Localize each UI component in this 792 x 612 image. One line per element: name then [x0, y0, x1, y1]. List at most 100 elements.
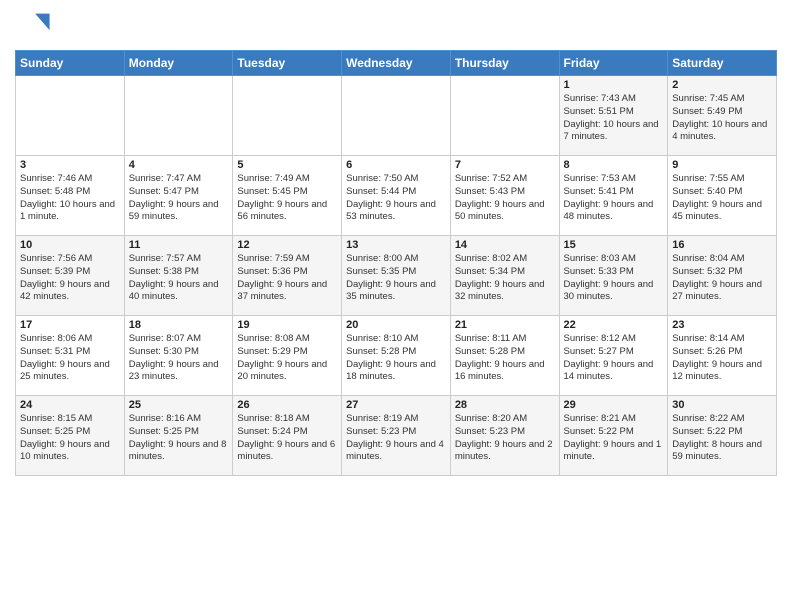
- day-number: 1: [564, 79, 664, 91]
- day-number: 4: [129, 159, 229, 171]
- day-number: 19: [237, 319, 337, 331]
- day-info: Sunrise: 8:21 AM Sunset: 5:22 PM Dayligh…: [564, 413, 664, 464]
- calendar-cell: 10 Sunrise: 7:56 AM Sunset: 5:39 PM Dayli…: [16, 236, 125, 316]
- day-info: Sunrise: 7:52 AM Sunset: 5:43 PM Dayligh…: [455, 173, 555, 224]
- calendar-week-row: 24 Sunrise: 8:15 AM Sunset: 5:25 PM Dayli…: [16, 396, 777, 476]
- calendar-cell: 23 Sunrise: 8:14 AM Sunset: 5:26 PM Dayli…: [668, 316, 777, 396]
- calendar-cell: [233, 76, 342, 156]
- calendar-cell: 12 Sunrise: 7:59 AM Sunset: 5:36 PM Dayli…: [233, 236, 342, 316]
- calendar-cell: 19Sunrise: 8:08 AM Sunset: 5:29 PM Dayli…: [233, 316, 342, 396]
- day-info: Sunrise: 8:15 AM Sunset: 5:25 PM Dayligh…: [20, 413, 120, 464]
- day-info: Sunrise: 8:07 AM Sunset: 5:30 PM Dayligh…: [129, 333, 229, 384]
- day-info: Sunrise: 8:02 AM Sunset: 5:34 PM Dayligh…: [455, 253, 555, 304]
- calendar-week-row: 10 Sunrise: 7:56 AM Sunset: 5:39 PM Dayli…: [16, 236, 777, 316]
- day-info: Sunrise: 8:19 AM Sunset: 5:23 PM Dayligh…: [346, 413, 446, 464]
- calendar-cell: [450, 76, 559, 156]
- day-number: 15: [564, 239, 664, 251]
- weekday-header: Sunday: [16, 51, 125, 76]
- calendar-cell: 3 Sunrise: 7:46 AM Sunset: 5:48 PM Daylig…: [16, 156, 125, 236]
- day-number: 17: [20, 319, 120, 331]
- day-number: 23: [672, 319, 772, 331]
- day-number: 3: [20, 159, 120, 171]
- calendar-cell: 11 Sunrise: 7:57 AM Sunset: 5:38 PM Dayli…: [124, 236, 233, 316]
- calendar-cell: 25Sunrise: 8:16 AM Sunset: 5:25 PM Dayli…: [124, 396, 233, 476]
- day-number: 29: [564, 399, 664, 411]
- calendar-cell: 20 Sunrise: 8:10 AM Sunset: 5:28 PM Dayli…: [342, 316, 451, 396]
- weekday-header: Friday: [559, 51, 668, 76]
- day-number: 14: [455, 239, 555, 251]
- day-info: Sunrise: 7:56 AM Sunset: 5:39 PM Dayligh…: [20, 253, 120, 304]
- calendar-cell: 26 Sunrise: 8:18 AM Sunset: 5:24 PM Dayli…: [233, 396, 342, 476]
- calendar-cell: 29 Sunrise: 8:21 AM Sunset: 5:22 PM Dayli…: [559, 396, 668, 476]
- day-number: 9: [672, 159, 772, 171]
- day-number: 12: [237, 239, 337, 251]
- calendar-week-row: 17 Sunrise: 8:06 AM Sunset: 5:31 PM Dayli…: [16, 316, 777, 396]
- calendar-cell: 4 Sunrise: 7:47 AM Sunset: 5:47 PM Daylig…: [124, 156, 233, 236]
- day-info: Sunrise: 8:04 AM Sunset: 5:32 PM Dayligh…: [672, 253, 772, 304]
- calendar-cell: 2Sunrise: 7:45 AM Sunset: 5:49 PM Daylig…: [668, 76, 777, 156]
- calendar-week-row: 1 Sunrise: 7:43 AM Sunset: 5:51 PM Daylig…: [16, 76, 777, 156]
- calendar-cell: 9Sunrise: 7:55 AM Sunset: 5:40 PM Daylig…: [668, 156, 777, 236]
- day-info: Sunrise: 8:06 AM Sunset: 5:31 PM Dayligh…: [20, 333, 120, 384]
- day-info: Sunrise: 7:49 AM Sunset: 5:45 PM Dayligh…: [237, 173, 337, 224]
- day-number: 7: [455, 159, 555, 171]
- weekday-header: Wednesday: [342, 51, 451, 76]
- day-info: Sunrise: 8:11 AM Sunset: 5:28 PM Dayligh…: [455, 333, 555, 384]
- day-info: Sunrise: 8:18 AM Sunset: 5:24 PM Dayligh…: [237, 413, 337, 464]
- calendar-cell: 5 Sunrise: 7:49 AM Sunset: 5:45 PM Daylig…: [233, 156, 342, 236]
- calendar-cell: 22 Sunrise: 8:12 AM Sunset: 5:27 PM Dayli…: [559, 316, 668, 396]
- calendar-cell: 7 Sunrise: 7:52 AM Sunset: 5:43 PM Daylig…: [450, 156, 559, 236]
- day-info: Sunrise: 7:59 AM Sunset: 5:36 PM Dayligh…: [237, 253, 337, 304]
- day-info: Sunrise: 7:53 AM Sunset: 5:41 PM Dayligh…: [564, 173, 664, 224]
- day-number: 13: [346, 239, 446, 251]
- weekday-row: SundayMondayTuesdayWednesdayThursdayFrid…: [16, 51, 777, 76]
- day-number: 20: [346, 319, 446, 331]
- day-info: Sunrise: 8:00 AM Sunset: 5:35 PM Dayligh…: [346, 253, 446, 304]
- day-info: Sunrise: 8:20 AM Sunset: 5:23 PM Dayligh…: [455, 413, 555, 464]
- day-info: Sunrise: 8:12 AM Sunset: 5:27 PM Dayligh…: [564, 333, 664, 384]
- day-number: 8: [564, 159, 664, 171]
- day-number: 26: [237, 399, 337, 411]
- day-info: Sunrise: 7:57 AM Sunset: 5:38 PM Dayligh…: [129, 253, 229, 304]
- day-info: Sunrise: 8:10 AM Sunset: 5:28 PM Dayligh…: [346, 333, 446, 384]
- page: SundayMondayTuesdayWednesdayThursdayFrid…: [0, 0, 792, 486]
- day-number: 24: [20, 399, 120, 411]
- calendar-cell: 16 Sunrise: 8:04 AM Sunset: 5:32 PM Dayli…: [668, 236, 777, 316]
- logo: [15, 10, 55, 46]
- logo-icon: [15, 10, 51, 46]
- calendar-cell: 27 Sunrise: 8:19 AM Sunset: 5:23 PM Dayli…: [342, 396, 451, 476]
- day-number: 27: [346, 399, 446, 411]
- weekday-header: Saturday: [668, 51, 777, 76]
- calendar-cell: [16, 76, 125, 156]
- calendar-cell: 6Sunrise: 7:50 AM Sunset: 5:44 PM Daylig…: [342, 156, 451, 236]
- day-number: 16: [672, 239, 772, 251]
- day-info: Sunrise: 7:47 AM Sunset: 5:47 PM Dayligh…: [129, 173, 229, 224]
- day-number: 22: [564, 319, 664, 331]
- calendar-cell: 15 Sunrise: 8:03 AM Sunset: 5:33 PM Dayli…: [559, 236, 668, 316]
- day-info: Sunrise: 7:43 AM Sunset: 5:51 PM Dayligh…: [564, 93, 664, 144]
- day-number: 25: [129, 399, 229, 411]
- calendar-cell: 30Sunrise: 8:22 AM Sunset: 5:22 PM Dayli…: [668, 396, 777, 476]
- calendar-table: SundayMondayTuesdayWednesdayThursdayFrid…: [15, 50, 777, 476]
- weekday-header: Tuesday: [233, 51, 342, 76]
- day-number: 11: [129, 239, 229, 251]
- day-number: 21: [455, 319, 555, 331]
- weekday-header: Thursday: [450, 51, 559, 76]
- day-number: 5: [237, 159, 337, 171]
- day-info: Sunrise: 8:03 AM Sunset: 5:33 PM Dayligh…: [564, 253, 664, 304]
- calendar-cell: 18Sunrise: 8:07 AM Sunset: 5:30 PM Dayli…: [124, 316, 233, 396]
- calendar-week-row: 3 Sunrise: 7:46 AM Sunset: 5:48 PM Daylig…: [16, 156, 777, 236]
- day-info: Sunrise: 7:45 AM Sunset: 5:49 PM Dayligh…: [672, 93, 772, 144]
- day-info: Sunrise: 8:14 AM Sunset: 5:26 PM Dayligh…: [672, 333, 772, 384]
- calendar-cell: 8 Sunrise: 7:53 AM Sunset: 5:41 PM Daylig…: [559, 156, 668, 236]
- day-info: Sunrise: 7:46 AM Sunset: 5:48 PM Dayligh…: [20, 173, 120, 224]
- calendar-cell: [124, 76, 233, 156]
- day-number: 28: [455, 399, 555, 411]
- calendar-cell: 21 Sunrise: 8:11 AM Sunset: 5:28 PM Dayli…: [450, 316, 559, 396]
- calendar-cell: 28 Sunrise: 8:20 AM Sunset: 5:23 PM Dayli…: [450, 396, 559, 476]
- calendar-cell: 24 Sunrise: 8:15 AM Sunset: 5:25 PM Dayli…: [16, 396, 125, 476]
- calendar-header: SundayMondayTuesdayWednesdayThursdayFrid…: [16, 51, 777, 76]
- calendar-cell: 1 Sunrise: 7:43 AM Sunset: 5:51 PM Daylig…: [559, 76, 668, 156]
- day-info: Sunrise: 7:50 AM Sunset: 5:44 PM Dayligh…: [346, 173, 446, 224]
- day-number: 10: [20, 239, 120, 251]
